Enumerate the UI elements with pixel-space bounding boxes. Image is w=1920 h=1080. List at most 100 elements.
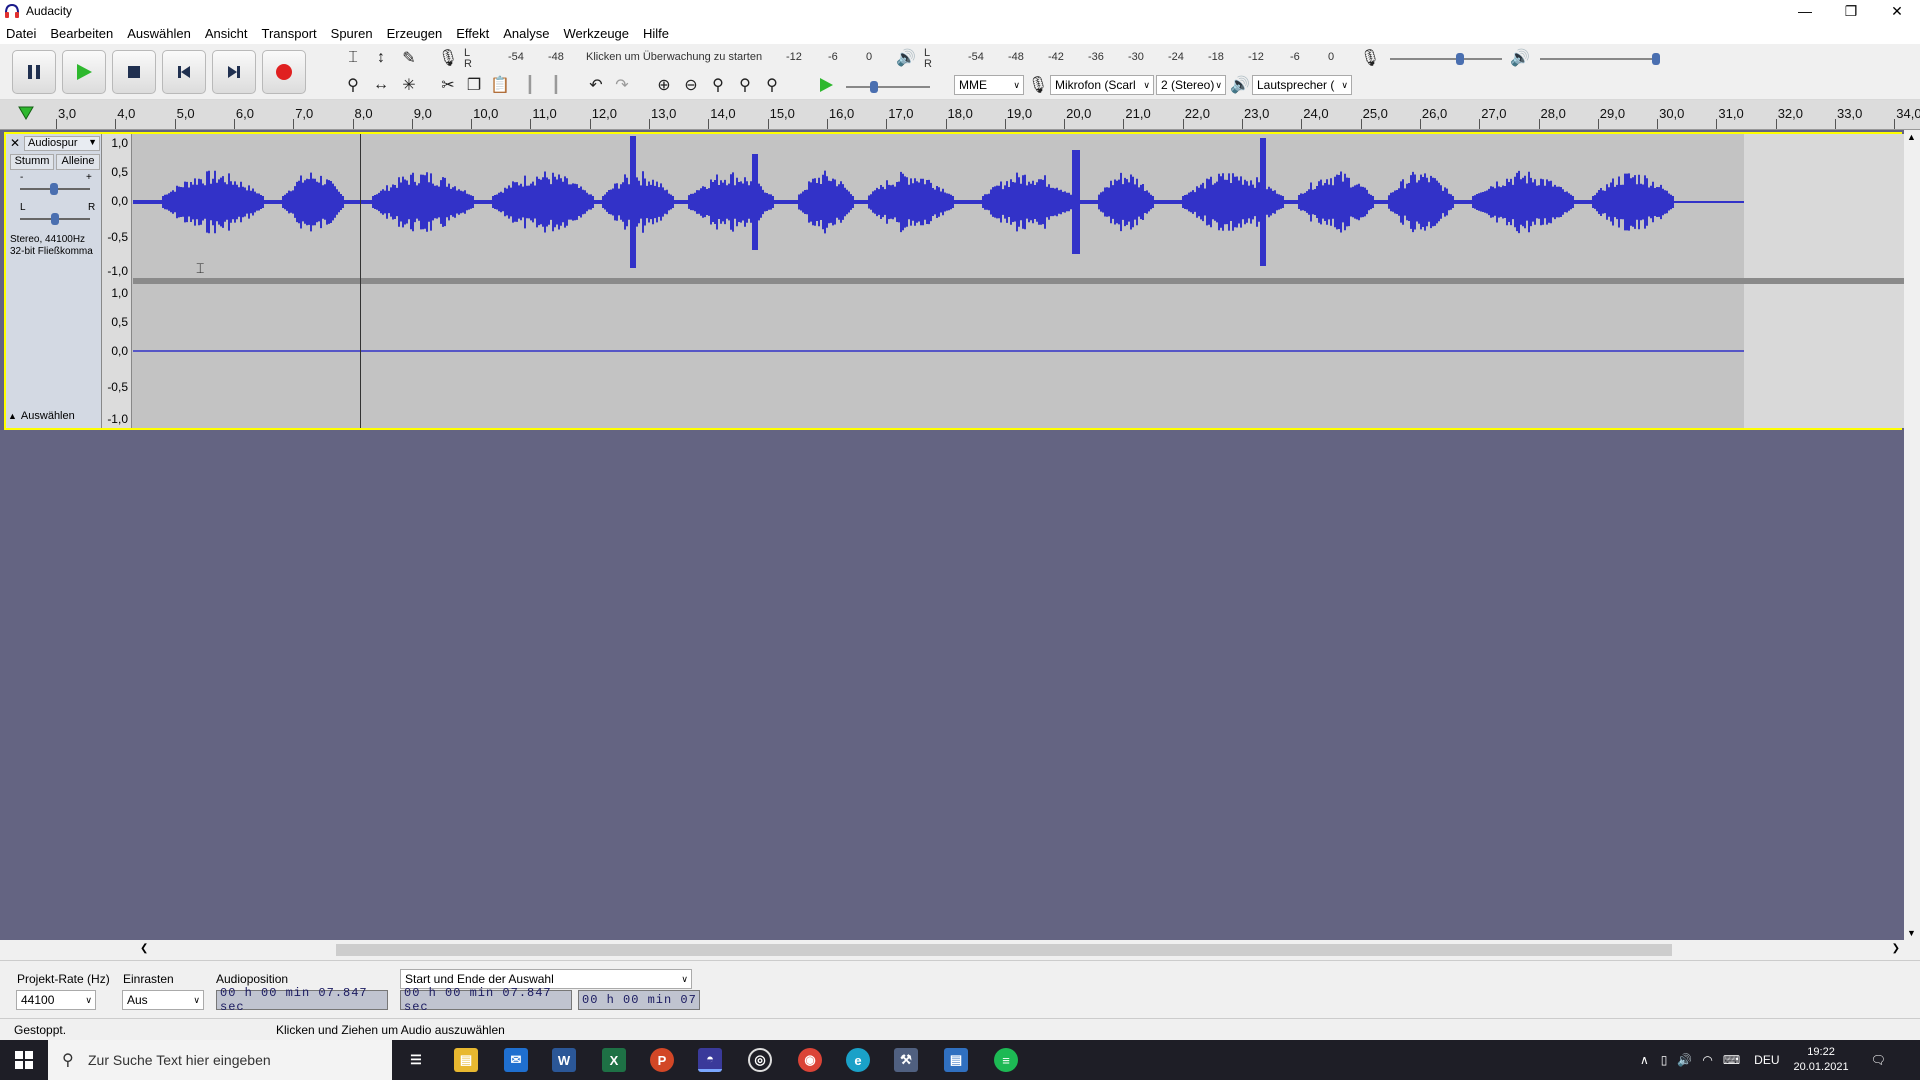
menu-analyse[interactable]: Analyse — [503, 26, 549, 41]
snap-select[interactable]: Aus ∨ — [122, 990, 204, 1010]
task-view-button[interactable]: ☰ — [404, 1048, 428, 1072]
slider-thumb[interactable] — [51, 213, 59, 225]
menu-bearbeiten[interactable]: Bearbeiten — [50, 26, 113, 41]
skip-to-end-button[interactable] — [212, 50, 256, 94]
play-speed-slider[interactable] — [846, 81, 930, 93]
start-button[interactable] — [12, 1048, 36, 1072]
redo-button[interactable]: ↷ — [610, 73, 634, 97]
skip-to-start-button[interactable] — [162, 50, 206, 94]
scroll-thumb[interactable] — [336, 944, 1672, 956]
scroll-down-icon[interactable]: ▼ — [1907, 928, 1916, 938]
paste-button[interactable]: 📋 — [488, 73, 512, 97]
audacity-app[interactable]: ◓ — [698, 1048, 722, 1072]
word-app[interactable]: W — [552, 1048, 576, 1072]
copy-button[interactable]: ❐ — [462, 73, 486, 97]
spotify-app[interactable]: ≡ — [994, 1048, 1018, 1072]
edge-app[interactable]: e — [846, 1048, 870, 1072]
wifi-icon[interactable]: ◠ — [1702, 1053, 1712, 1067]
zoom-in-button[interactable]: ⊕ — [652, 73, 676, 97]
file-explorer-app[interactable]: ▤ — [454, 1048, 478, 1072]
playback-volume-slider[interactable] — [1540, 53, 1660, 65]
audio-position-field[interactable]: 00 h 00 min 07.847 sec — [216, 986, 388, 1014]
solo-button[interactable]: Alleine — [56, 154, 100, 170]
pan-slider[interactable] — [20, 213, 90, 225]
vertical-scrollbar[interactable]: ▲ ▼ — [1904, 130, 1920, 940]
record-meter-button[interactable]: 🎙 — [436, 46, 460, 70]
close-track-button[interactable]: ✕ — [8, 136, 22, 150]
pause-button[interactable] — [12, 50, 56, 94]
envelope-tool[interactable]: ↕ — [369, 46, 393, 70]
menu-effekt[interactable]: Effekt — [456, 26, 489, 41]
undo-button[interactable]: ↶ — [584, 73, 608, 97]
input-channels-select[interactable]: 2 (Stereo) ∨ — [1156, 75, 1226, 95]
menu-auswaehlen[interactable]: Auswählen — [127, 26, 191, 41]
multi-tool[interactable]: ✳ — [397, 73, 421, 97]
fit-selection-button[interactable]: ⚲ — [706, 73, 730, 97]
mute-button[interactable]: Stumm — [10, 154, 54, 170]
scroll-up-icon[interactable]: ▲ — [1907, 132, 1916, 142]
selection-tool[interactable]: ⌶ — [341, 46, 365, 70]
keyboard-icon[interactable]: ⌨ — [1723, 1053, 1740, 1067]
slider-thumb[interactable] — [1456, 53, 1464, 65]
stop-button[interactable] — [112, 50, 156, 94]
output-device-select[interactable]: Lautsprecher (∨ — [1252, 75, 1352, 95]
record-meter-hint[interactable]: Klicken um Überwachung zu starten — [586, 51, 762, 63]
menu-erzeugen[interactable]: Erzeugen — [387, 26, 443, 41]
menu-datei[interactable]: Datei — [6, 26, 36, 41]
obs-app[interactable]: ◎ — [748, 1048, 772, 1072]
project-rate-select[interactable]: 44100 ∨ — [16, 990, 96, 1010]
time-shift-tool[interactable]: ↔ — [369, 73, 393, 97]
slider-thumb[interactable] — [870, 81, 878, 93]
audio-host-select[interactable]: MME ∨ — [954, 75, 1024, 95]
restore-button[interactable]: ❐ — [1828, 0, 1874, 22]
record-button[interactable] — [262, 50, 306, 94]
horizontal-scrollbar[interactable]: ❮ ❯ — [0, 940, 1920, 960]
scroll-left-icon[interactable]: ❮ — [140, 943, 148, 954]
chrome-app[interactable]: ◉ — [798, 1048, 822, 1072]
close-window-button[interactable]: ✕ — [1874, 0, 1920, 22]
track-name-menu[interactable]: Audiospur ▼ — [24, 136, 100, 151]
menu-spuren[interactable]: Spuren — [331, 26, 373, 41]
tray-chevron-up-icon[interactable]: ∧ — [1640, 1053, 1649, 1067]
play-meter-button[interactable]: 🔊 — [894, 46, 918, 70]
menu-hilfe[interactable]: Hilfe — [643, 26, 669, 41]
taskbar-search-box[interactable]: ⚲ Zur Suche Text hier eingeben — [48, 1040, 392, 1080]
cut-button[interactable]: ✂ — [436, 73, 460, 97]
mail-app[interactable]: ✉ — [504, 1048, 528, 1072]
selection-start-field[interactable]: 00 h 00 min 07.847 sec — [400, 986, 572, 1014]
timeline-ruler[interactable]: 3,0 4,0 5,0 6,0 7,0 8,0 9,0 10,0 11,0 12,0 13,0 14,… — [0, 100, 1920, 130]
gain-slider[interactable] — [20, 183, 90, 195]
fit-project-button[interactable]: ⚲ — [733, 73, 757, 97]
waveform-area[interactable]: ⌶ — [133, 134, 1905, 428]
tray-device-icon[interactable]: ▯ — [1661, 1053, 1668, 1067]
excel-app[interactable]: X — [602, 1048, 626, 1072]
track-select-button[interactable]: ▲ Auswählen — [8, 410, 98, 426]
pin-play-head-icon[interactable] — [18, 106, 34, 120]
minimize-button[interactable]: — — [1782, 0, 1828, 22]
powerpoint-app[interactable]: P — [650, 1048, 674, 1072]
notification-center-icon[interactable]: 🗨 — [1871, 1053, 1886, 1067]
input-device-select[interactable]: Mikrofon (Scarl ∨ — [1050, 75, 1154, 95]
play-at-speed-button[interactable] — [814, 73, 838, 97]
recording-volume-slider[interactable] — [1390, 53, 1502, 65]
app-settings-tool[interactable]: ⚒ — [894, 1048, 918, 1072]
notepad-app[interactable]: ▤ — [944, 1048, 968, 1072]
trim-button[interactable]: ┃ — [518, 73, 542, 97]
menu-werkzeuge[interactable]: Werkzeuge — [564, 26, 630, 41]
play-button[interactable] — [62, 50, 106, 94]
audio-track[interactable]: ✕ Audiospur ▼ Stumm Alleine - + L R Ster… — [4, 132, 1905, 430]
clock[interactable]: 19:22 20.01.2021 — [1794, 1045, 1849, 1075]
selection-end-field[interactable]: 00 h 00 min 07.84 — [578, 990, 700, 1010]
zoom-toggle-button[interactable]: ⚲ — [760, 73, 784, 97]
scroll-right-icon[interactable]: ❯ — [1892, 943, 1900, 954]
slider-thumb[interactable] — [50, 183, 58, 195]
menu-transport[interactable]: Transport — [262, 26, 317, 41]
menu-ansicht[interactable]: Ansicht — [205, 26, 248, 41]
zoom-out-button[interactable]: ⊖ — [679, 73, 703, 97]
zoom-tool[interactable]: ⚲ — [341, 73, 365, 97]
input-language[interactable]: DEU — [1754, 1053, 1779, 1067]
slider-thumb[interactable] — [1652, 53, 1660, 65]
draw-tool[interactable]: ✎ — [397, 46, 421, 70]
silence-button[interactable]: ┃ — [544, 73, 568, 97]
volume-icon[interactable]: 🔊 — [1677, 1053, 1692, 1067]
